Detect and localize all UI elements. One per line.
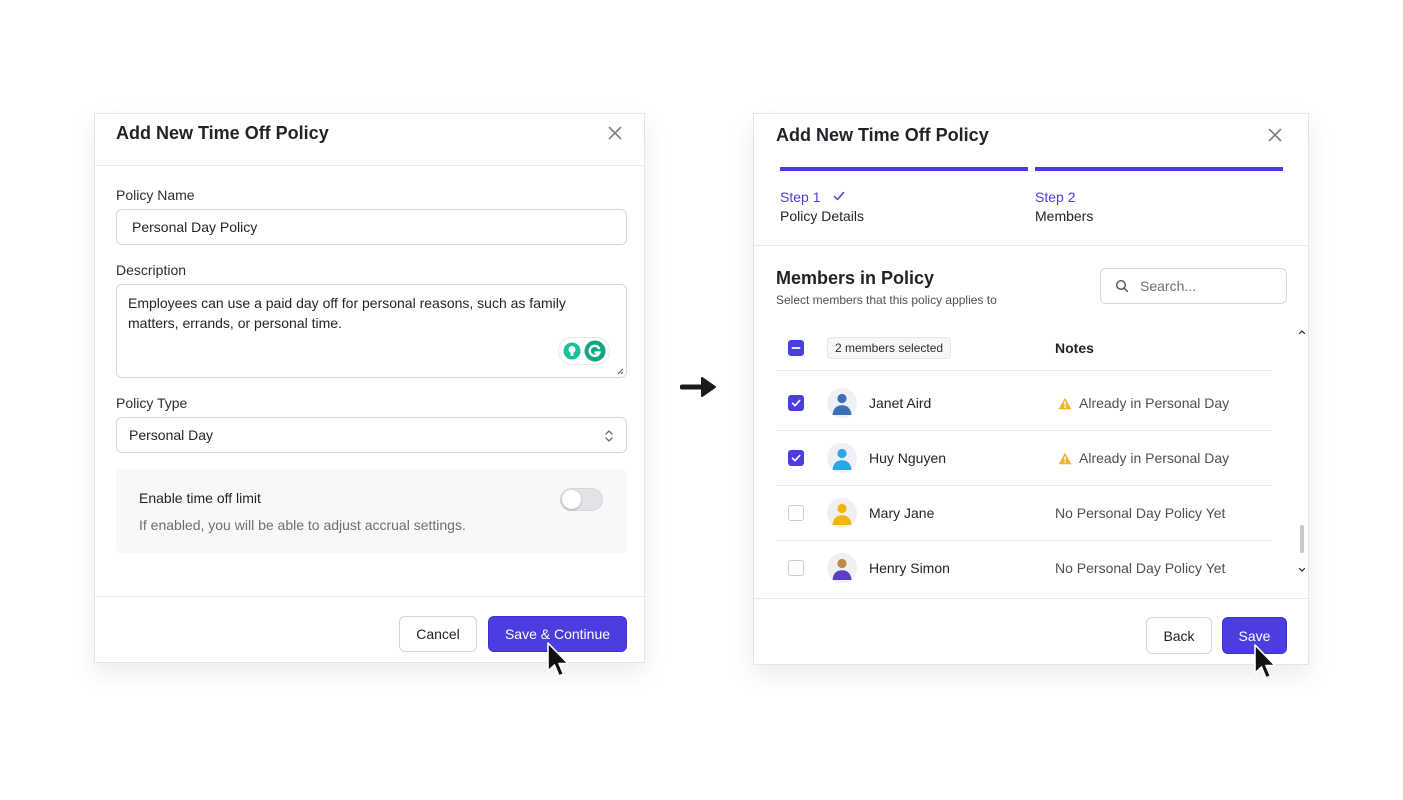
member-name: Henry Simon bbox=[869, 560, 950, 576]
member-checkbox[interactable] bbox=[788, 395, 804, 411]
time-off-limit-description: If enabled, you will be able to adjust a… bbox=[139, 517, 466, 533]
member-note-text: No Personal Day Policy Yet bbox=[1055, 505, 1226, 521]
avatar bbox=[827, 553, 857, 583]
time-off-limit-toggle[interactable] bbox=[560, 488, 603, 511]
step-1-label[interactable]: Step 1 bbox=[780, 189, 820, 205]
member-name: Janet Aird bbox=[869, 395, 932, 411]
close-icon[interactable] bbox=[1265, 125, 1285, 145]
cancel-button[interactable]: Cancel bbox=[399, 616, 477, 652]
member-checkbox[interactable] bbox=[788, 505, 804, 521]
footer-divider bbox=[95, 596, 644, 597]
members-scrollbar[interactable] bbox=[1298, 328, 1306, 578]
member-note-text: Already in Personal Day bbox=[1079, 450, 1230, 466]
arrow-right-icon bbox=[680, 377, 716, 397]
selected-count-badge: 2 members selected bbox=[827, 337, 952, 359]
add-policy-modal-step1: Add New Time Off Policy Policy Name Pers… bbox=[94, 113, 645, 663]
member-note-text: Already in Personal Day bbox=[1079, 395, 1230, 411]
search-input[interactable]: Search... bbox=[1100, 268, 1287, 304]
back-button[interactable]: Back bbox=[1146, 617, 1212, 654]
mouse-cursor-icon bbox=[547, 642, 569, 677]
search-icon bbox=[1115, 279, 1129, 293]
modal-title: Add New Time Off Policy bbox=[116, 123, 329, 143]
scroll-thumb[interactable] bbox=[1300, 525, 1304, 553]
toggle-knob bbox=[562, 490, 581, 509]
section-subtitle: Select members that this policy applies … bbox=[776, 293, 997, 307]
scroll-down-icon[interactable] bbox=[1298, 566, 1306, 574]
avatar bbox=[827, 443, 857, 473]
select-chevrons-icon bbox=[605, 430, 613, 442]
header-row-divider bbox=[776, 370, 1272, 371]
description-text: Employees can use a paid day off for per… bbox=[128, 295, 566, 331]
notes-column-header: Notes bbox=[1055, 340, 1094, 356]
policy-name-input[interactable]: Personal Day Policy bbox=[116, 209, 627, 245]
mouse-cursor-icon bbox=[1254, 644, 1276, 679]
member-checkbox[interactable] bbox=[788, 560, 804, 576]
row-divider bbox=[776, 485, 1272, 486]
step-2-subtitle: Members bbox=[1035, 208, 1094, 224]
member-note: No Personal Day Policy Yet bbox=[1055, 560, 1225, 576]
warning-icon bbox=[1058, 397, 1072, 409]
row-divider bbox=[776, 430, 1272, 431]
avatar bbox=[827, 388, 857, 418]
step-1-progress-bar bbox=[780, 167, 1028, 171]
select-all-checkbox[interactable] bbox=[788, 340, 804, 356]
policy-type-select[interactable]: Personal Day bbox=[116, 417, 627, 453]
member-note: Already in Personal Day bbox=[1058, 450, 1229, 466]
member-note: No Personal Day Policy Yet bbox=[1055, 505, 1225, 521]
step-1-subtitle: Policy Details bbox=[780, 208, 865, 224]
footer-divider bbox=[754, 598, 1308, 599]
grammarly-widget[interactable] bbox=[558, 337, 610, 365]
member-name: Mary Jane bbox=[869, 505, 935, 521]
policy-name-label: Policy Name bbox=[116, 187, 195, 203]
modal-title: Add New Time Off Policy bbox=[776, 125, 989, 145]
grammarly-icon bbox=[584, 340, 605, 362]
check-icon bbox=[833, 191, 845, 201]
header-divider bbox=[95, 165, 644, 166]
section-title: Members in Policy bbox=[776, 268, 935, 288]
description-label: Description bbox=[116, 262, 187, 278]
time-off-limit-card: Enable time off limit If enabled, you wi… bbox=[116, 469, 627, 553]
member-checkbox[interactable] bbox=[788, 450, 804, 466]
member-note: Already in Personal Day bbox=[1058, 395, 1229, 411]
member-note-text: No Personal Day Policy Yet bbox=[1055, 560, 1226, 576]
add-policy-modal-step2: Add New Time Off Policy Step 1 Policy De… bbox=[753, 113, 1309, 665]
step-2-label[interactable]: Step 2 bbox=[1035, 189, 1075, 205]
row-divider bbox=[776, 540, 1272, 541]
description-textarea[interactable]: Employees can use a paid day off for per… bbox=[116, 284, 627, 378]
warning-icon bbox=[1058, 452, 1072, 464]
step-2-progress-bar bbox=[1035, 167, 1283, 171]
close-icon[interactable] bbox=[605, 123, 625, 143]
resize-grip-icon[interactable] bbox=[616, 367, 624, 375]
member-name: Huy Nguyen bbox=[869, 450, 947, 466]
time-off-limit-title: Enable time off limit bbox=[139, 490, 261, 506]
steps-divider bbox=[754, 245, 1308, 246]
avatar bbox=[827, 498, 857, 528]
scroll-up-icon[interactable] bbox=[1298, 328, 1306, 336]
policy-type-value: Personal Day bbox=[129, 427, 214, 443]
policy-type-label: Policy Type bbox=[116, 395, 188, 411]
lightbulb-icon bbox=[563, 342, 580, 360]
